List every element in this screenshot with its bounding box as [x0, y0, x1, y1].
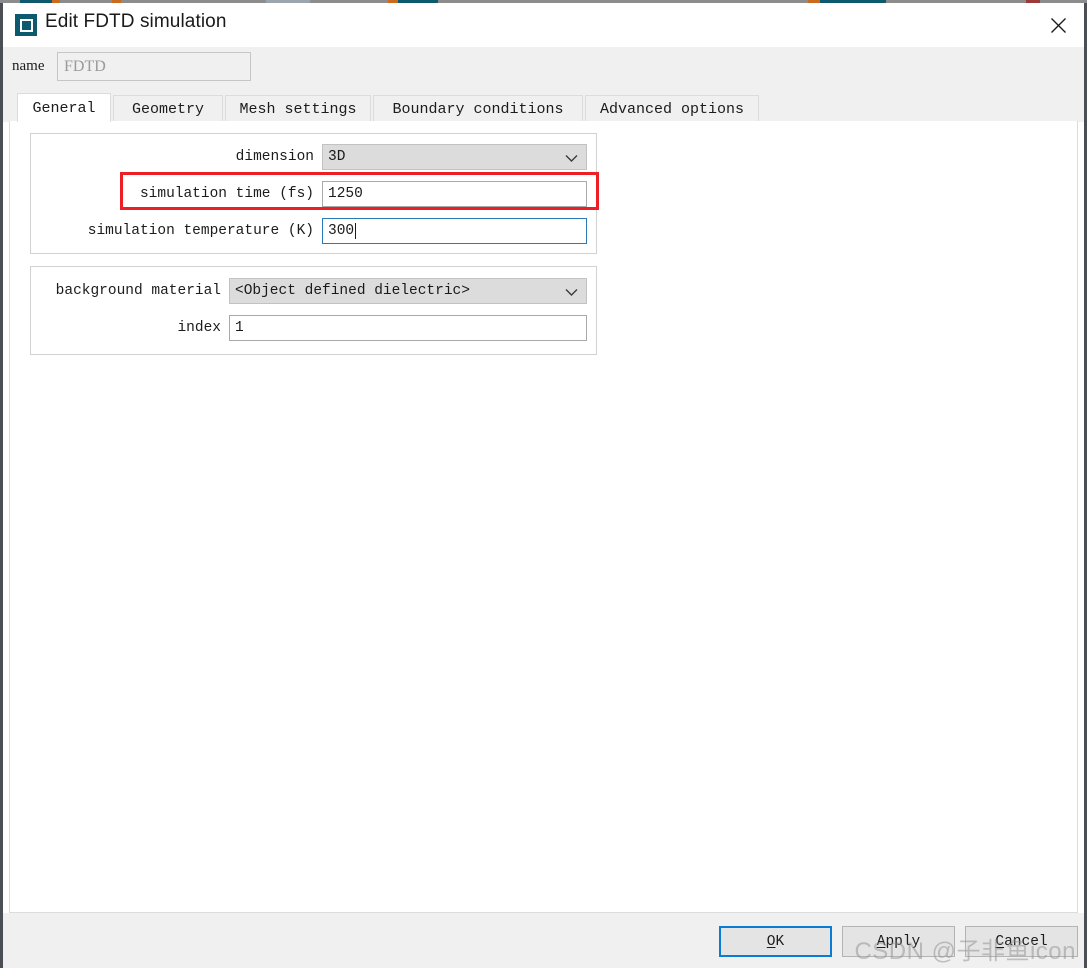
- form-row-index: index 1: [31, 314, 596, 342]
- simulation-temperature-label: simulation temperature (K): [87, 223, 314, 239]
- title-bar: Edit FDTD simulation: [3, 3, 1084, 47]
- simulation-temperature-value: 300: [328, 223, 355, 239]
- fdtd-app-icon-inner: [19, 18, 33, 32]
- apply-button[interactable]: Apply: [842, 926, 955, 957]
- background-material-select[interactable]: <Object defined dielectric>: [229, 278, 587, 304]
- window-title: Edit FDTD simulation: [45, 11, 227, 32]
- index-value: 1: [235, 320, 244, 336]
- chevron-down-icon: [565, 279, 578, 305]
- index-input[interactable]: 1: [229, 315, 587, 341]
- tab-strip: General Geometry Mesh settings Boundary con…: [3, 93, 1084, 122]
- dimension-value: 3D: [328, 149, 346, 165]
- tab-boundary-conditions[interactable]: Boundary conditions: [373, 95, 583, 122]
- background-material-value: <Object defined dielectric>: [235, 283, 470, 299]
- ok-button[interactable]: OK: [719, 926, 832, 957]
- close-button[interactable]: [1032, 3, 1084, 47]
- fdtd-app-icon: [15, 14, 37, 36]
- apply-button-label: Apply: [876, 933, 921, 950]
- name-row: name: [3, 47, 1084, 93]
- chevron-down-icon: [565, 145, 578, 171]
- tab-advanced-options[interactable]: Advanced options: [585, 95, 759, 122]
- tab-geometry[interactable]: Geometry: [113, 95, 223, 122]
- tab-label: General: [32, 99, 96, 117]
- tab-content-general: dimension 3D simulation time (fs) 1250 simul…: [9, 121, 1078, 913]
- form-row-simulation-time: simulation time (fs) 1250: [31, 180, 596, 208]
- tab-general[interactable]: General: [17, 93, 111, 122]
- tab-label: Advanced options: [599, 100, 745, 118]
- background-material-label: background material: [55, 283, 221, 299]
- simulation-time-label: simulation time (fs): [139, 186, 314, 202]
- tab-label: Geometry: [131, 100, 204, 118]
- edit-fdtd-simulation-dialog: Edit FDTD simulation name General Geometr…: [3, 3, 1084, 968]
- general-settings-group: dimension 3D simulation time (fs) 1250 simul…: [30, 133, 597, 254]
- cancel-button[interactable]: Cancel: [965, 926, 1078, 957]
- tab-label: Boundary conditions: [392, 100, 564, 118]
- name-label: name: [12, 58, 45, 74]
- cancel-button-label: Cancel: [995, 933, 1048, 950]
- tab-label: Mesh settings: [239, 100, 357, 118]
- simulation-time-value: 1250: [328, 186, 363, 202]
- form-row-background-material: background material <Object defined diele…: [31, 277, 596, 305]
- index-label: index: [177, 320, 221, 336]
- background-material-group: background material <Object defined diele…: [30, 266, 597, 355]
- dialog-footer: OK Apply Cancel: [3, 913, 1084, 968]
- text-caret: [355, 223, 357, 239]
- form-row-dimension: dimension 3D: [31, 143, 596, 171]
- form-row-simulation-temperature: simulation temperature (K) 300: [31, 217, 596, 245]
- ok-button-label: OK: [766, 933, 785, 950]
- dimension-select[interactable]: 3D: [322, 144, 587, 170]
- tab-mesh-settings[interactable]: Mesh settings: [225, 95, 371, 122]
- simulation-time-input[interactable]: 1250: [322, 181, 587, 207]
- dimension-label: dimension: [235, 149, 314, 165]
- simulation-temperature-input[interactable]: 300: [322, 218, 587, 244]
- close-icon: [1050, 17, 1066, 33]
- name-input[interactable]: [57, 52, 251, 81]
